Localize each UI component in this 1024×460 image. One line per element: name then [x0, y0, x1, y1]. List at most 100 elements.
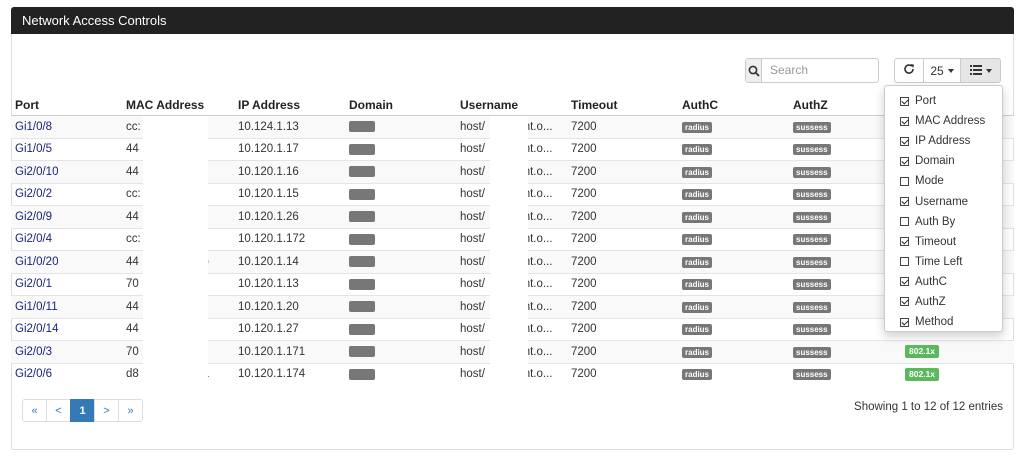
checkbox[interactable] — [900, 116, 909, 126]
column-header[interactable]: Port — [11, 94, 122, 116]
domain-cell — [345, 115, 456, 138]
checkbox[interactable] — [900, 136, 909, 146]
authc-cell: radius — [678, 250, 789, 273]
checkbox[interactable] — [900, 156, 909, 166]
column-toggle-item[interactable]: AuthC — [885, 272, 1002, 292]
checkbox[interactable] — [900, 317, 909, 327]
domain-cell — [345, 137, 456, 161]
authz-cell: sussess — [789, 362, 901, 385]
search-box[interactable] — [745, 58, 879, 83]
column-toggle-item[interactable]: Mode — [885, 171, 1002, 191]
ip-cell: 10.120.1.26 — [234, 205, 345, 228]
port-link[interactable]: Gi2/0/9 — [15, 211, 52, 223]
next-page-button[interactable]: > — [94, 399, 119, 422]
port-cell: Gi2/0/9 — [11, 205, 122, 228]
panel-title: Network Access Controls — [11, 7, 1014, 34]
column-toggle-item[interactable]: Domain — [885, 151, 1002, 171]
column-header[interactable]: AuthC — [678, 94, 789, 116]
authc-cell: radius — [678, 227, 789, 251]
refresh-button[interactable] — [894, 58, 924, 83]
domain-label — [349, 368, 375, 380]
timeout-cell: 7200 — [567, 317, 678, 341]
port-link[interactable]: Gi1/0/8 — [15, 121, 52, 133]
port-link[interactable]: Gi1/0/20 — [15, 256, 58, 268]
authc-cell: radius — [678, 160, 789, 183]
search-input[interactable] — [762, 59, 878, 80]
username-start: host/ — [460, 188, 485, 201]
domain-label — [349, 121, 375, 133]
port-link[interactable]: Gi1/0/5 — [15, 143, 52, 155]
column-toggle-label: Mode — [915, 175, 944, 188]
column-toggle-label: MAC Address — [915, 115, 986, 128]
column-toggle-item[interactable]: Method — [885, 312, 1002, 332]
column-header[interactable]: Timeout — [567, 94, 678, 116]
timeout-cell: 7200 — [567, 182, 678, 206]
ip-cell: 10.120.1.15 — [234, 182, 345, 206]
domain-label — [349, 346, 375, 358]
ip-cell: 10.120.1.20 — [234, 295, 345, 318]
ip-cell: 10.120.1.16 — [234, 160, 345, 183]
ip-cell: 10.120.1.174 — [234, 362, 345, 385]
username-start: host/ — [460, 345, 485, 358]
first-page-button[interactable]: « — [22, 399, 47, 422]
port-link[interactable]: Gi2/0/10 — [15, 166, 58, 178]
timeout-cell: 7200 — [567, 340, 678, 363]
column-header[interactable]: IP Address — [234, 94, 345, 116]
column-toggle-item[interactable]: Username — [885, 191, 1002, 211]
port-link[interactable]: Gi1/0/11 — [15, 301, 58, 313]
mac-start: cc: — [126, 120, 141, 133]
username-start: host/ — [460, 233, 485, 246]
column-toggle-item[interactable]: IP Address — [885, 131, 1002, 151]
mac-start: cc: — [126, 233, 141, 246]
timeout-cell: 7200 — [567, 137, 678, 161]
column-header[interactable]: Username — [456, 94, 567, 116]
authc-cell: radius — [678, 205, 789, 228]
column-toggle-item[interactable]: MAC Address — [885, 111, 1002, 131]
timeout-cell: 7200 — [567, 250, 678, 273]
last-page-button[interactable]: » — [118, 399, 143, 422]
ip-cell: 10.120.1.13 — [234, 272, 345, 296]
search-icon[interactable] — [746, 59, 762, 82]
column-toggle-item[interactable]: Port — [885, 91, 1002, 111]
domain-cell — [345, 227, 456, 251]
column-toggle-item[interactable]: Auth By — [885, 212, 1002, 232]
authz-badge: sussess — [793, 346, 831, 358]
authc-badge: radius — [682, 121, 713, 133]
checkbox[interactable] — [900, 277, 909, 287]
checkbox[interactable] — [900, 257, 909, 267]
authc-badge: radius — [682, 166, 713, 178]
domain-label — [349, 143, 375, 155]
column-header[interactable]: Domain — [345, 94, 456, 116]
port-link[interactable]: Gi2/0/6 — [15, 368, 52, 380]
port-link[interactable]: Gi2/0/4 — [15, 233, 52, 245]
page-size-dropdown[interactable]: 25 — [923, 58, 961, 83]
port-cell: Gi2/0/1 — [11, 272, 122, 296]
domain-label — [349, 301, 375, 313]
checkbox[interactable] — [900, 297, 909, 307]
port-link[interactable]: Gi2/0/1 — [15, 278, 52, 290]
page-1-button[interactable]: 1 — [70, 399, 95, 422]
columns-toggle-button[interactable] — [960, 58, 1001, 83]
column-toggle-item[interactable]: Timeout — [885, 232, 1002, 252]
checkbox[interactable] — [900, 217, 909, 227]
method-badge: 802.1x — [905, 367, 939, 381]
checkbox[interactable] — [900, 96, 909, 106]
domain-cell — [345, 340, 456, 363]
port-link[interactable]: Gi2/0/2 — [15, 188, 52, 200]
port-cell: Gi1/0/20 — [11, 250, 122, 273]
column-toggle-item[interactable]: Time Left — [885, 252, 1002, 272]
domain-cell — [345, 250, 456, 273]
checkbox[interactable] — [900, 176, 909, 186]
port-link[interactable]: Gi2/0/14 — [15, 323, 58, 335]
authc-badge: radius — [682, 144, 713, 156]
timeout-cell: 7200 — [567, 227, 678, 251]
column-toggle-item[interactable]: AuthZ — [885, 292, 1002, 312]
checkbox[interactable] — [900, 237, 909, 247]
column-header[interactable]: MAC Address — [122, 94, 234, 116]
column-toggle-label: Username — [915, 195, 969, 208]
prev-page-button[interactable]: < — [46, 399, 71, 422]
port-link[interactable]: Gi2/0/3 — [15, 346, 52, 358]
column-toggle-label: Auth By — [915, 215, 956, 228]
checkbox[interactable] — [900, 197, 909, 207]
mac-start: 44 — [126, 300, 139, 313]
